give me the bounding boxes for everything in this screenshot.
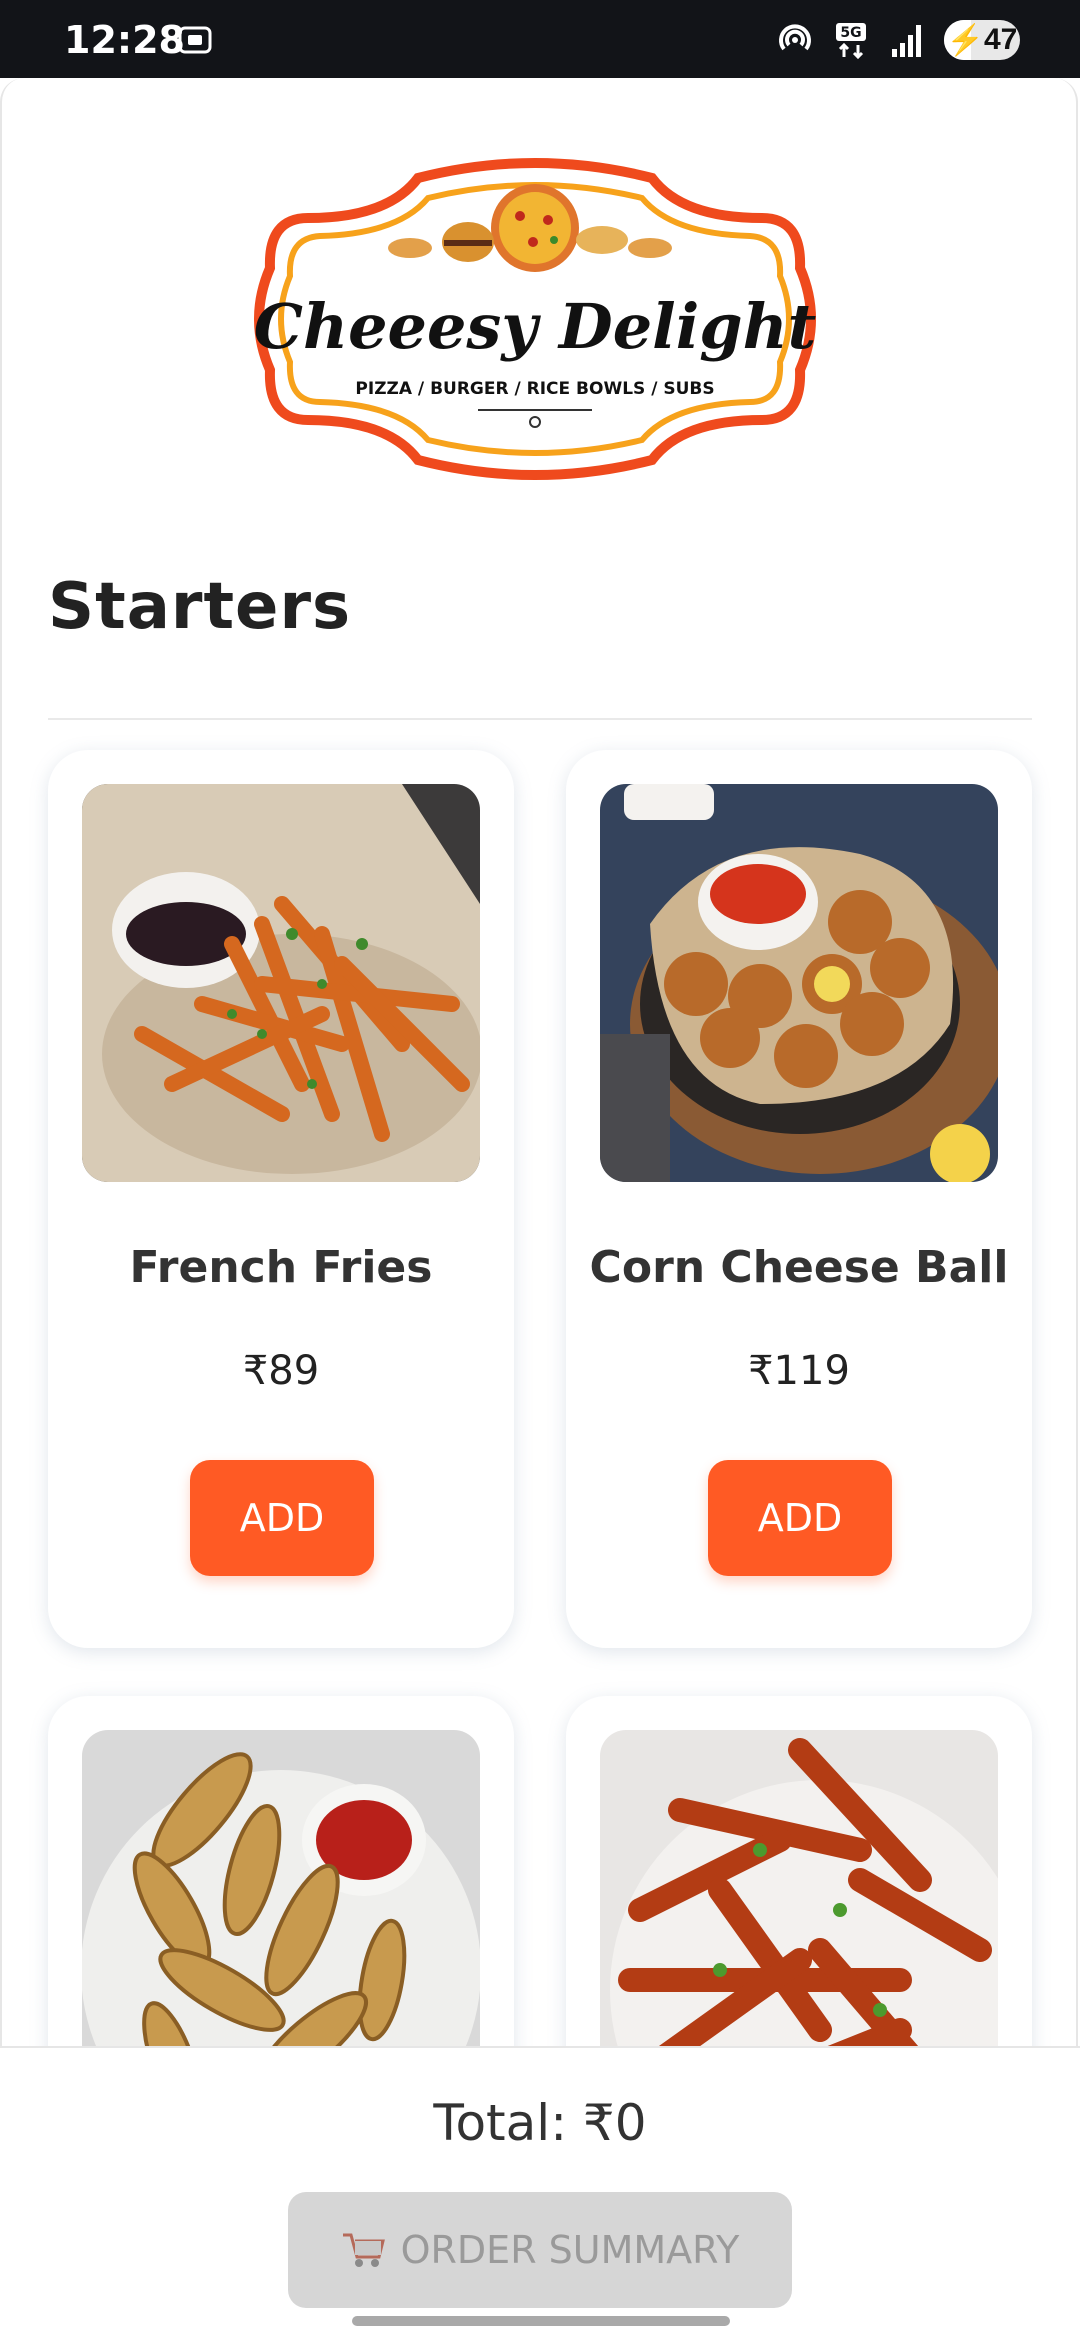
order-summary-button[interactable]: ORDER SUMMARY (288, 2192, 792, 2308)
add-button[interactable]: ADD (708, 1460, 892, 1576)
signal-icon (892, 25, 921, 57)
cart-icon (342, 2233, 385, 2267)
menu-item-card: Corn Cheese Ball ₹119 ADD (566, 750, 1032, 1648)
cart-footer: Total: ₹0 ORDER SUMMARY (0, 2046, 1080, 2342)
cart-total: Total: ₹0 (433, 2094, 647, 2152)
item-name: Corn Cheese Ball (589, 1242, 1009, 1293)
hotspot-icon (779, 24, 811, 51)
item-price: ₹89 (242, 1348, 320, 1394)
status-bar: 12:28 5G ⚡ 47 (0, 0, 1080, 78)
battery-indicator: ⚡ 47 (944, 20, 1020, 60)
screenshot-icon (178, 26, 212, 54)
logo-tagline: PIZZA / BURGER / RICE BOWLS / SUBS (355, 379, 714, 399)
battery-icon: ⚡ (946, 23, 984, 57)
item-name: French Fries (129, 1242, 433, 1293)
section-divider (48, 718, 1032, 720)
corn-cheese-ball-image (600, 784, 998, 1182)
network-5g-icon: 5G (836, 23, 866, 59)
battery-level: 47 (983, 23, 1018, 56)
home-indicator[interactable] (352, 2316, 730, 2326)
restaurant-logo: Cheeesy Delight PIZZA / BURGER / RICE BO… (254, 158, 817, 480)
add-button[interactable]: ADD (190, 1460, 374, 1576)
section-title: Starters (48, 570, 352, 644)
status-time: 12:28 (64, 18, 185, 62)
menu-item-card: French Fries ₹89 ADD (48, 750, 514, 1648)
svg-text:5G: 5G (840, 25, 861, 41)
item-price: ₹119 (748, 1348, 850, 1394)
order-summary-label: ORDER SUMMARY (400, 2228, 740, 2272)
french-fries-image (82, 784, 480, 1182)
logo-name: Cheeesy Delight (254, 290, 817, 363)
